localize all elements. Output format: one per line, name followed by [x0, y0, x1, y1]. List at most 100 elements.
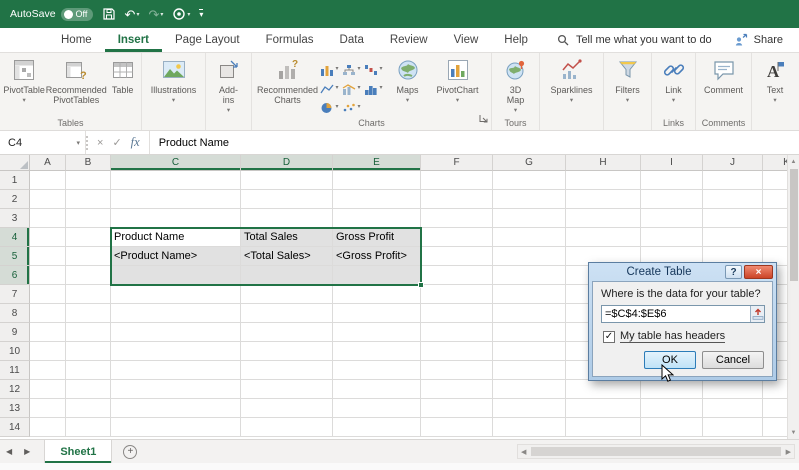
- row-header-5[interactable]: 5: [0, 247, 30, 266]
- cell-F14[interactable]: [421, 418, 493, 437]
- cell-I4[interactable]: [641, 228, 703, 247]
- enter-entry-button[interactable]: ✓: [112, 136, 121, 149]
- filters-button[interactable]: Filters ▾: [607, 56, 649, 104]
- cell-J4[interactable]: [703, 228, 763, 247]
- cell-E1[interactable]: [333, 171, 421, 190]
- cell-G6[interactable]: [493, 266, 566, 285]
- cell-F3[interactable]: [421, 209, 493, 228]
- horizontal-scroll-thumb[interactable]: [531, 447, 780, 456]
- cell-D14[interactable]: [241, 418, 333, 437]
- cell-H12[interactable]: [566, 380, 641, 399]
- cell-H4[interactable]: [566, 228, 641, 247]
- cell-F10[interactable]: [421, 342, 493, 361]
- cell-D5[interactable]: <Total Sales>: [241, 247, 333, 266]
- cell-C13[interactable]: [111, 399, 241, 418]
- cell-A12[interactable]: [30, 380, 66, 399]
- cell-H2[interactable]: [566, 190, 641, 209]
- cell-D12[interactable]: [241, 380, 333, 399]
- insert-statistic-chart-button[interactable]: ▾: [363, 79, 385, 98]
- tab-data[interactable]: Data: [327, 28, 377, 52]
- cell-G4[interactable]: [493, 228, 566, 247]
- cell-E2[interactable]: [333, 190, 421, 209]
- sheet-tab-sheet1[interactable]: Sheet1: [44, 440, 112, 463]
- pivotchart-button[interactable]: PivotChart ▾: [431, 56, 485, 104]
- horizontal-scrollbar[interactable]: ◀ ▶: [517, 444, 795, 459]
- tab-home[interactable]: Home: [48, 28, 105, 52]
- new-sheet-button[interactable]: +: [123, 445, 137, 459]
- cell-J14[interactable]: [703, 418, 763, 437]
- cell-D9[interactable]: [241, 323, 333, 342]
- cell-C8[interactable]: [111, 304, 241, 323]
- cell-A1[interactable]: [30, 171, 66, 190]
- formula-bar-input[interactable]: Product Name: [150, 131, 229, 154]
- cell-F13[interactable]: [421, 399, 493, 418]
- column-header-I[interactable]: I: [641, 155, 703, 171]
- headers-checkbox-label[interactable]: My table has headers: [620, 330, 725, 343]
- cell-C1[interactable]: [111, 171, 241, 190]
- autosave-toggle[interactable]: AutoSave Off: [10, 8, 93, 21]
- cell-F5[interactable]: [421, 247, 493, 266]
- undo-button[interactable]: ↶ ▾: [125, 8, 140, 21]
- cell-C6[interactable]: [111, 266, 241, 285]
- cell-H14[interactable]: [566, 418, 641, 437]
- cell-B12[interactable]: [66, 380, 111, 399]
- cell-D8[interactable]: [241, 304, 333, 323]
- cell-I14[interactable]: [641, 418, 703, 437]
- headers-checkbox[interactable]: ✓: [603, 331, 615, 343]
- cell-E9[interactable]: [333, 323, 421, 342]
- share-button[interactable]: Share: [734, 28, 783, 52]
- cell-B2[interactable]: [66, 190, 111, 209]
- cell-C3[interactable]: [111, 209, 241, 228]
- table-range-input[interactable]: [602, 306, 750, 322]
- pivottable-button[interactable]: PivotTable ▾: [2, 56, 46, 104]
- scroll-left-arrow[interactable]: ◀: [518, 448, 529, 456]
- column-header-H[interactable]: H: [566, 155, 641, 171]
- row-header-12[interactable]: 12: [0, 380, 30, 399]
- cell-C12[interactable]: [111, 380, 241, 399]
- cell-G1[interactable]: [493, 171, 566, 190]
- cell-H3[interactable]: [566, 209, 641, 228]
- column-header-J[interactable]: J: [703, 155, 763, 171]
- cell-G7[interactable]: [493, 285, 566, 304]
- name-box[interactable]: C4 ▾: [0, 131, 86, 154]
- cell-B8[interactable]: [66, 304, 111, 323]
- tell-me-search[interactable]: Tell me what you want to do: [557, 28, 712, 52]
- tab-help[interactable]: Help: [491, 28, 541, 52]
- cell-C7[interactable]: [111, 285, 241, 304]
- dialog-title-bar[interactable]: Create Table ? ×: [589, 263, 776, 281]
- link-button[interactable]: Link ▾: [655, 56, 693, 104]
- maps-button[interactable]: Maps ▾: [387, 56, 429, 104]
- row-header-4[interactable]: 4: [0, 228, 30, 247]
- table-button[interactable]: Table: [106, 56, 139, 95]
- cell-C5[interactable]: <Product Name>: [111, 247, 241, 266]
- row-header-13[interactable]: 13: [0, 399, 30, 418]
- cell-F7[interactable]: [421, 285, 493, 304]
- cell-E12[interactable]: [333, 380, 421, 399]
- column-header-C[interactable]: C: [111, 155, 241, 171]
- cell-D4[interactable]: Total Sales: [241, 228, 333, 247]
- cell-A3[interactable]: [30, 209, 66, 228]
- cell-F1[interactable]: [421, 171, 493, 190]
- cell-A5[interactable]: [30, 247, 66, 266]
- tab-page-layout[interactable]: Page Layout: [162, 28, 253, 52]
- cell-G9[interactable]: [493, 323, 566, 342]
- cell-H13[interactable]: [566, 399, 641, 418]
- column-header-G[interactable]: G: [493, 155, 566, 171]
- cell-B4[interactable]: [66, 228, 111, 247]
- cell-E11[interactable]: [333, 361, 421, 380]
- column-header-A[interactable]: A: [30, 155, 66, 171]
- cell-C11[interactable]: [111, 361, 241, 380]
- cell-K3[interactable]: [763, 209, 787, 228]
- cell-K12[interactable]: [763, 380, 787, 399]
- tab-review[interactable]: Review: [377, 28, 441, 52]
- cell-G5[interactable]: [493, 247, 566, 266]
- cell-E14[interactable]: [333, 418, 421, 437]
- cell-B7[interactable]: [66, 285, 111, 304]
- column-header-B[interactable]: B: [66, 155, 111, 171]
- cell-A9[interactable]: [30, 323, 66, 342]
- cell-A6[interactable]: [30, 266, 66, 285]
- cell-I3[interactable]: [641, 209, 703, 228]
- cell-A2[interactable]: [30, 190, 66, 209]
- cell-B10[interactable]: [66, 342, 111, 361]
- cell-B5[interactable]: [66, 247, 111, 266]
